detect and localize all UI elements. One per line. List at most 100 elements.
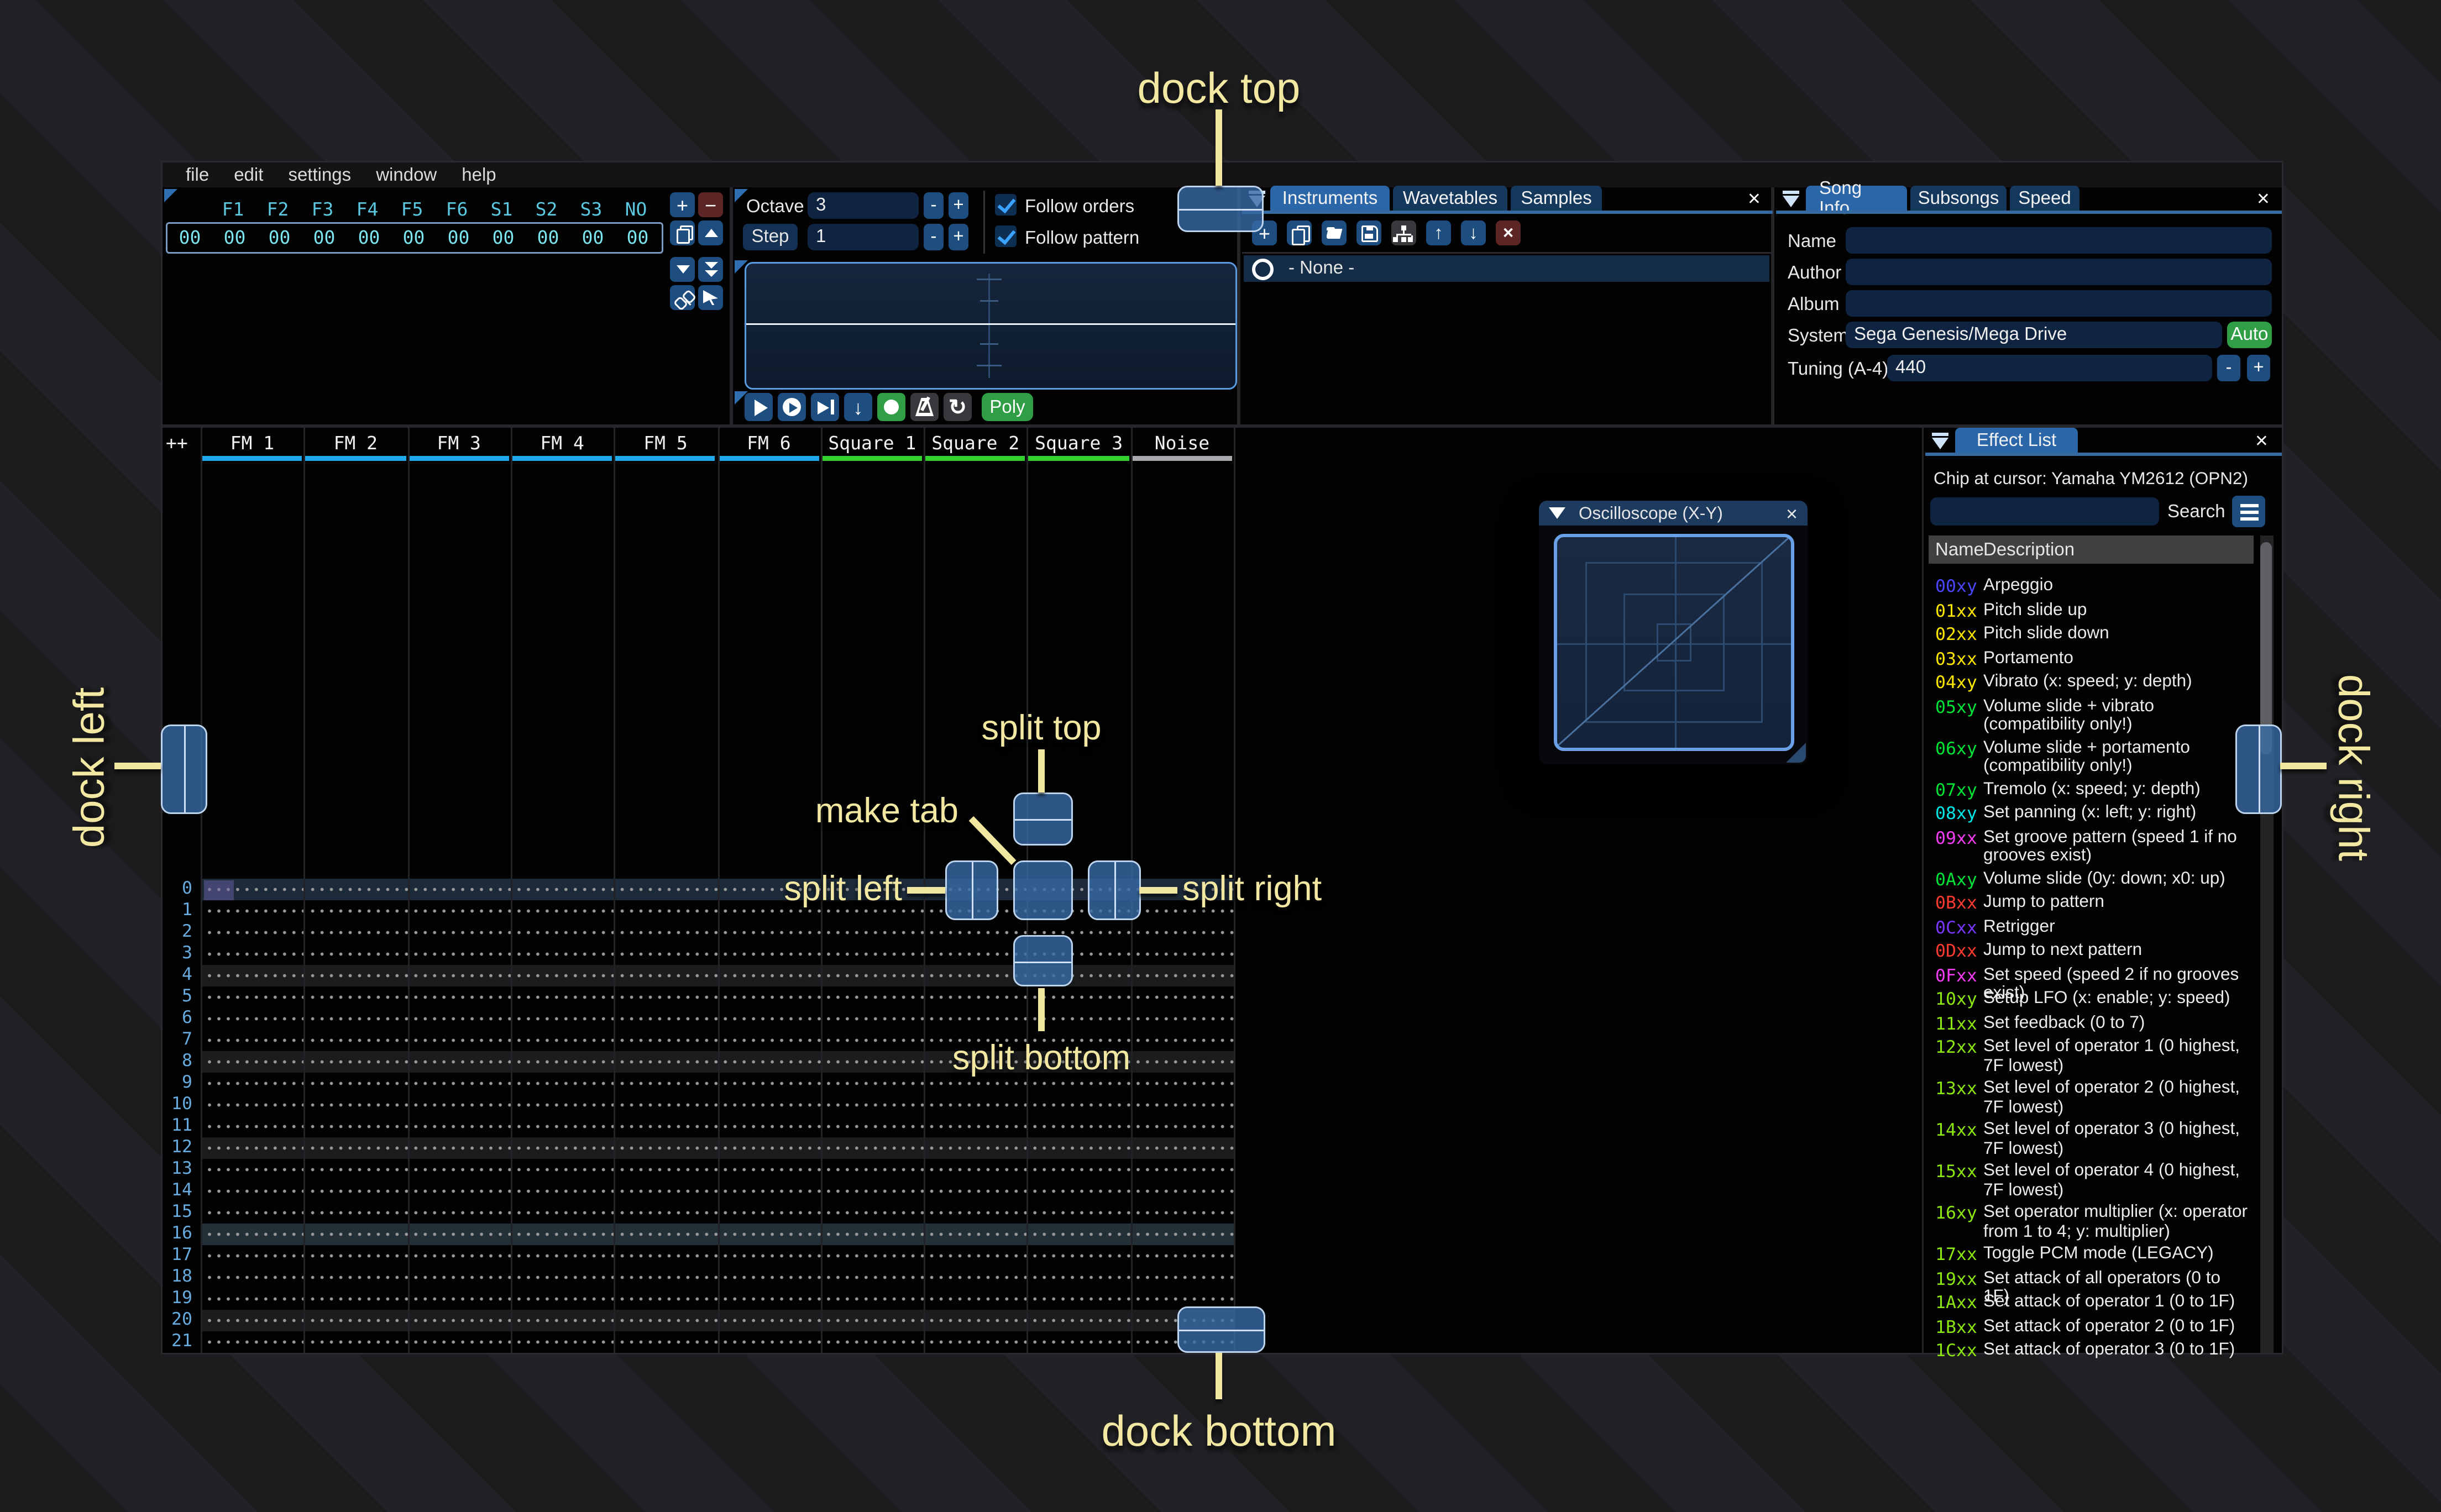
dock-target-right[interactable]: [2234, 725, 2281, 814]
order-cell[interactable]: 00: [526, 227, 570, 249]
follow-orders-checkbox[interactable]: [995, 194, 1017, 216]
orders-selected-row[interactable]: 00 00 00 00 00 00 00 00 00 00 00: [166, 222, 663, 254]
overlay-label-split-right: split right: [1182, 870, 1322, 909]
split-target-right[interactable]: [1087, 860, 1140, 920]
order-deep-clone-button[interactable]: [698, 257, 723, 282]
order-cell[interactable]: 00: [570, 227, 615, 249]
collapse-triangle-icon[interactable]: [1549, 507, 1565, 519]
octave-plus-button[interactable]: +: [949, 192, 968, 219]
step-input[interactable]: 1: [808, 224, 919, 250]
dock-target-top[interactable]: [1177, 186, 1264, 232]
order-down-button[interactable]: [670, 257, 695, 282]
system-input[interactable]: Sega Genesis/Mega Drive: [1846, 322, 2222, 348]
order-duplicate-button[interactable]: [670, 221, 695, 245]
step-plus-button[interactable]: +: [949, 224, 968, 250]
instrument-organize-button[interactable]: [1391, 221, 1416, 245]
order-cell[interactable]: 00: [481, 227, 526, 249]
collapse-button[interactable]: [1779, 187, 1803, 211]
overlay-label-dock-bottom: dock bottom: [1101, 1406, 1337, 1456]
split-target-top[interactable]: [1012, 792, 1072, 846]
play-from-cursor-button[interactable]: [811, 393, 839, 421]
tab-speed[interactable]: Speed: [2010, 186, 2079, 211]
order-up-button[interactable]: [698, 221, 723, 245]
album-input[interactable]: [1846, 290, 2272, 317]
tuning-input[interactable]: 440: [1887, 355, 2212, 381]
window-title-bar[interactable]: Oscilloscope (X-Y) ×: [1539, 501, 1808, 526]
order-cell[interactable]: [166, 199, 211, 221]
dock-target-bottom[interactable]: [1176, 1306, 1265, 1353]
menu-item-file[interactable]: file: [186, 165, 209, 185]
instrument-list-item[interactable]: - None -: [1244, 255, 1769, 282]
order-cell[interactable]: 00: [167, 227, 212, 249]
step-label[interactable]: Step: [743, 224, 798, 250]
order-add-button[interactable]: +: [670, 192, 695, 217]
repeat-button[interactable]: ↻: [944, 393, 972, 421]
record-button[interactable]: [877, 393, 905, 421]
octave-input[interactable]: 3: [808, 192, 919, 219]
close-icon[interactable]: ×: [1786, 502, 1798, 525]
name-input[interactable]: [1846, 227, 2272, 254]
order-select-button[interactable]: [698, 285, 723, 310]
divider: [1242, 251, 1773, 253]
auto-button[interactable]: Auto: [2227, 322, 2272, 348]
order-cell[interactable]: F5: [390, 199, 434, 221]
order-cell[interactable]: S1: [479, 199, 524, 221]
instrument-duplicate-button[interactable]: [1287, 221, 1312, 245]
order-cell[interactable]: 00: [212, 227, 257, 249]
order-cell[interactable]: F4: [345, 199, 390, 221]
orders-panel: F1 F2 F3 F4 F5 F6 S1 S2 S3 NO 00 00 00 00 00 00 00 00 00 0…: [163, 187, 731, 424]
order-cell[interactable]: 00: [615, 227, 660, 249]
play-pattern-button[interactable]: [778, 393, 806, 421]
tuning-minus-button[interactable]: -: [2217, 355, 2240, 381]
order-cell[interactable]: F3: [300, 199, 345, 221]
order-cell[interactable]: F1: [211, 199, 255, 221]
dock-target-left[interactable]: [160, 725, 207, 814]
octave-minus-button[interactable]: -: [924, 192, 944, 219]
oscilloscope-xy-window[interactable]: Oscilloscope (X-Y) ×: [1539, 501, 1808, 764]
order-cell[interactable]: F6: [434, 199, 479, 221]
panel-separator[interactable]: [1922, 428, 1924, 1353]
order-cell[interactable]: 00: [347, 227, 391, 249]
menu-item-help[interactable]: help: [462, 165, 496, 185]
order-cell[interactable]: 00: [302, 227, 347, 249]
instrument-open-button[interactable]: [1322, 221, 1347, 245]
instrument-up-button[interactable]: ↑: [1426, 221, 1451, 245]
tab-instruments[interactable]: Instruments: [1270, 186, 1390, 211]
instrument-save-button[interactable]: [1356, 221, 1381, 245]
metronome-button[interactable]: [910, 393, 939, 421]
tab-wavetables[interactable]: Wavetables: [1393, 186, 1507, 211]
menu-item-edit[interactable]: edit: [234, 165, 263, 185]
poly-button[interactable]: Poly: [982, 393, 1033, 421]
menu-item-settings[interactable]: settings: [288, 165, 351, 185]
make-tab-target[interactable]: [1012, 860, 1072, 920]
order-cell[interactable]: 00: [391, 227, 436, 249]
order-remove-button[interactable]: −: [698, 192, 723, 217]
instrument-down-button[interactable]: ↓: [1461, 221, 1486, 245]
follow-pattern-checkbox[interactable]: [995, 225, 1017, 247]
play-button[interactable]: [745, 393, 773, 421]
instrument-delete-button[interactable]: ×: [1496, 221, 1521, 245]
menu-item-window[interactable]: window: [376, 165, 437, 185]
order-cell[interactable]: F2: [255, 199, 300, 221]
song-info-panel: Song Info Subsongs Speed × Name Author A…: [1776, 179, 2282, 424]
order-cell[interactable]: S2: [524, 199, 569, 221]
order-unlink-button[interactable]: [670, 285, 696, 311]
tab-subsongs[interactable]: Subsongs: [1910, 186, 2007, 211]
order-cell[interactable]: 00: [436, 227, 481, 249]
tab-song-info[interactable]: Song Info: [1806, 179, 1907, 218]
order-cell[interactable]: 00: [257, 227, 302, 249]
author-input[interactable]: [1846, 259, 2272, 285]
step-minus-button[interactable]: -: [924, 224, 944, 250]
double-chevron-down-icon: [704, 262, 717, 269]
step-row-button[interactable]: ↓: [844, 393, 872, 421]
close-icon[interactable]: ×: [2257, 187, 2270, 209]
tab-samples[interactable]: Samples: [1511, 186, 1602, 211]
close-icon[interactable]: ×: [1748, 187, 1761, 209]
split-target-left[interactable]: [944, 860, 998, 920]
split-target-bottom[interactable]: [1012, 935, 1072, 986]
tuning-plus-button[interactable]: +: [2247, 355, 2270, 381]
order-cell[interactable]: S3: [569, 199, 614, 221]
order-cell[interactable]: NO: [614, 199, 658, 221]
overlay-label-make-tab: make tab: [815, 792, 958, 831]
panel-separator[interactable]: [163, 424, 2282, 428]
